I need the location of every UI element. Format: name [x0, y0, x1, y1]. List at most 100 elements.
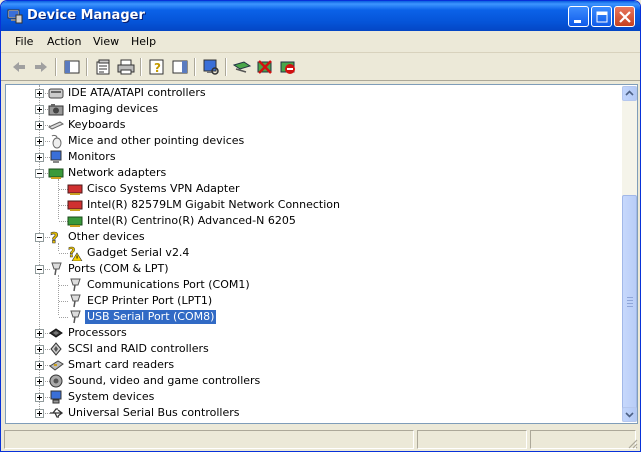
tree-node-label: Communications Port (COM1): [87, 278, 250, 291]
expand-toggle[interactable]: [35, 137, 44, 146]
maximize-button[interactable]: [591, 6, 612, 27]
show-hide-action-pane-icon[interactable]: [170, 57, 190, 77]
camera-icon: [48, 104, 64, 116]
toolbar-separator: [194, 58, 196, 76]
tree-node-gadget-serial[interactable]: ? Gadget Serial v2.4: [6, 245, 606, 261]
properties-icon[interactable]: [93, 57, 113, 77]
tree-node-label: Network adapters: [68, 166, 167, 179]
tree-node-label: Gadget Serial v2.4: [87, 246, 190, 259]
tree-node-intel-centrino[interactable]: Intel(R) Centrino(R) Advanced-N 6205: [6, 213, 606, 229]
scroll-down-button[interactable]: [622, 407, 637, 422]
tree-node-label: Ports (COM & LPT): [68, 262, 169, 275]
tree-node-monitors[interactable]: Monitors: [6, 149, 606, 165]
status-pane-tertiary: [530, 430, 636, 449]
tree-node-processors[interactable]: Processors: [6, 325, 606, 341]
menu-file[interactable]: File: [15, 35, 33, 48]
print-icon[interactable]: [116, 57, 136, 77]
disable-device-icon[interactable]: [255, 57, 275, 77]
collapse-toggle[interactable]: [35, 169, 44, 178]
unknown-device-icon: ?: [50, 229, 59, 245]
port-icon: [51, 262, 62, 276]
tree-node-label: Other devices: [68, 230, 145, 243]
network-card-icon: [67, 216, 83, 227]
tree-node-label: Intel(R) 82579LM Gigabit Network Connect…: [87, 198, 340, 211]
scroll-up-button[interactable]: [622, 86, 637, 101]
menu-view[interactable]: View: [93, 35, 119, 48]
tree-node-label: Intel(R) Centrino(R) Advanced-N 6205: [87, 214, 296, 227]
vertical-scrollbar[interactable]: [622, 86, 637, 422]
close-icon: [619, 11, 631, 23]
menu-bar: File Action View Help: [1, 31, 640, 53]
tree-node-lpt1[interactable]: ECP Printer Port (LPT1): [6, 293, 606, 309]
sound-icon: [49, 374, 63, 388]
tree-node-sound-video-game[interactable]: Sound, video and game controllers: [6, 373, 606, 389]
smart-card-icon: [49, 360, 64, 371]
close-button[interactable]: [614, 6, 635, 27]
tree-node-cisco-vpn-adapter[interactable]: Cisco Systems VPN Adapter: [6, 181, 606, 197]
tree-node-label: System devices: [68, 390, 155, 403]
collapse-toggle[interactable]: [35, 265, 44, 274]
tree-node-imaging-devices[interactable]: Imaging devices: [6, 101, 606, 117]
expand-toggle[interactable]: [35, 89, 44, 98]
svg-text:?: ?: [50, 229, 59, 245]
update-driver-icon[interactable]: [232, 57, 252, 77]
network-card-icon: [67, 200, 83, 211]
expand-toggle[interactable]: [35, 361, 44, 370]
tree-node-scsi-raid[interactable]: SCSI and RAID controllers: [6, 341, 606, 357]
toolbar: ?: [1, 54, 640, 81]
tree-node-label: Mice and other pointing devices: [68, 134, 245, 147]
tree-node-keyboards[interactable]: Keyboards: [6, 117, 606, 133]
toolbar-separator: [140, 58, 142, 76]
tree-node-mice[interactable]: Mice and other pointing devices: [6, 133, 606, 149]
expand-toggle[interactable]: [35, 105, 44, 114]
menu-help[interactable]: Help: [131, 35, 156, 48]
help-icon[interactable]: ?: [147, 57, 167, 77]
back-arrow-icon[interactable]: [9, 57, 29, 77]
tree-node-usb-controllers[interactable]: Universal Serial Bus controllers: [6, 405, 606, 421]
ide-controller-icon: [48, 88, 64, 99]
minimize-button[interactable]: [568, 6, 589, 27]
expand-toggle[interactable]: [35, 345, 44, 354]
tree-node-label: Sound, video and game controllers: [68, 374, 261, 387]
menu-action[interactable]: Action: [47, 35, 81, 48]
device-manager-icon: [7, 9, 23, 24]
tree-node-network-adapters[interactable]: Network adapters: [6, 165, 606, 181]
tree-node-system-devices[interactable]: System devices: [6, 389, 606, 405]
expand-toggle[interactable]: [35, 329, 44, 338]
uninstall-device-icon[interactable]: [278, 57, 298, 77]
tree-node-usb-serial-com8[interactable]: USB Serial Port (COM8): [6, 309, 606, 325]
port-icon: [70, 310, 81, 324]
forward-arrow-icon[interactable]: [31, 57, 51, 77]
device-tree[interactable]: IDE ATA/ATAPI controllers Imaging device…: [5, 84, 638, 424]
tree-node-label: SCSI and RAID controllers: [68, 342, 209, 355]
tree-node-other-devices[interactable]: ? Other devices: [6, 229, 606, 245]
mouse-icon: [51, 134, 62, 149]
title-bar[interactable]: Device Manager: [1, 1, 640, 31]
tree-node-label: Processors: [68, 326, 127, 339]
scan-hardware-changes-icon[interactable]: [201, 57, 221, 77]
tree-node-label: Imaging devices: [68, 102, 159, 115]
expand-toggle[interactable]: [35, 377, 44, 386]
usb-icon: [50, 408, 64, 418]
tree-node-intel-82579lm[interactable]: Intel(R) 82579LM Gigabit Network Connect…: [6, 197, 606, 213]
scsi-icon: [50, 342, 62, 356]
tree-node-ide-ata-atapi-controllers[interactable]: IDE ATA/ATAPI controllers: [6, 85, 606, 101]
expand-toggle[interactable]: [35, 393, 44, 402]
warning-device-icon: ?: [68, 246, 83, 261]
device-manager-window: Device Manager File Action View Help ? I…: [0, 0, 641, 452]
show-hide-console-tree-icon[interactable]: [62, 57, 82, 77]
processor-icon: [49, 328, 63, 338]
collapse-toggle[interactable]: [35, 233, 44, 242]
network-card-icon: [48, 168, 64, 179]
expand-toggle[interactable]: [35, 409, 44, 418]
monitor-icon: [50, 150, 62, 163]
toolbar-separator: [225, 58, 227, 76]
scroll-thumb[interactable]: [622, 195, 637, 413]
tree-node-ports[interactable]: Ports (COM & LPT): [6, 261, 606, 277]
tree-node-com1[interactable]: Communications Port (COM1): [6, 277, 606, 293]
expand-toggle[interactable]: [35, 121, 44, 130]
tree-node-smart-card-readers[interactable]: Smart card readers: [6, 357, 606, 373]
svg-text:?: ?: [154, 61, 161, 75]
resize-grip-icon[interactable]: [626, 437, 638, 449]
expand-toggle[interactable]: [35, 153, 44, 162]
